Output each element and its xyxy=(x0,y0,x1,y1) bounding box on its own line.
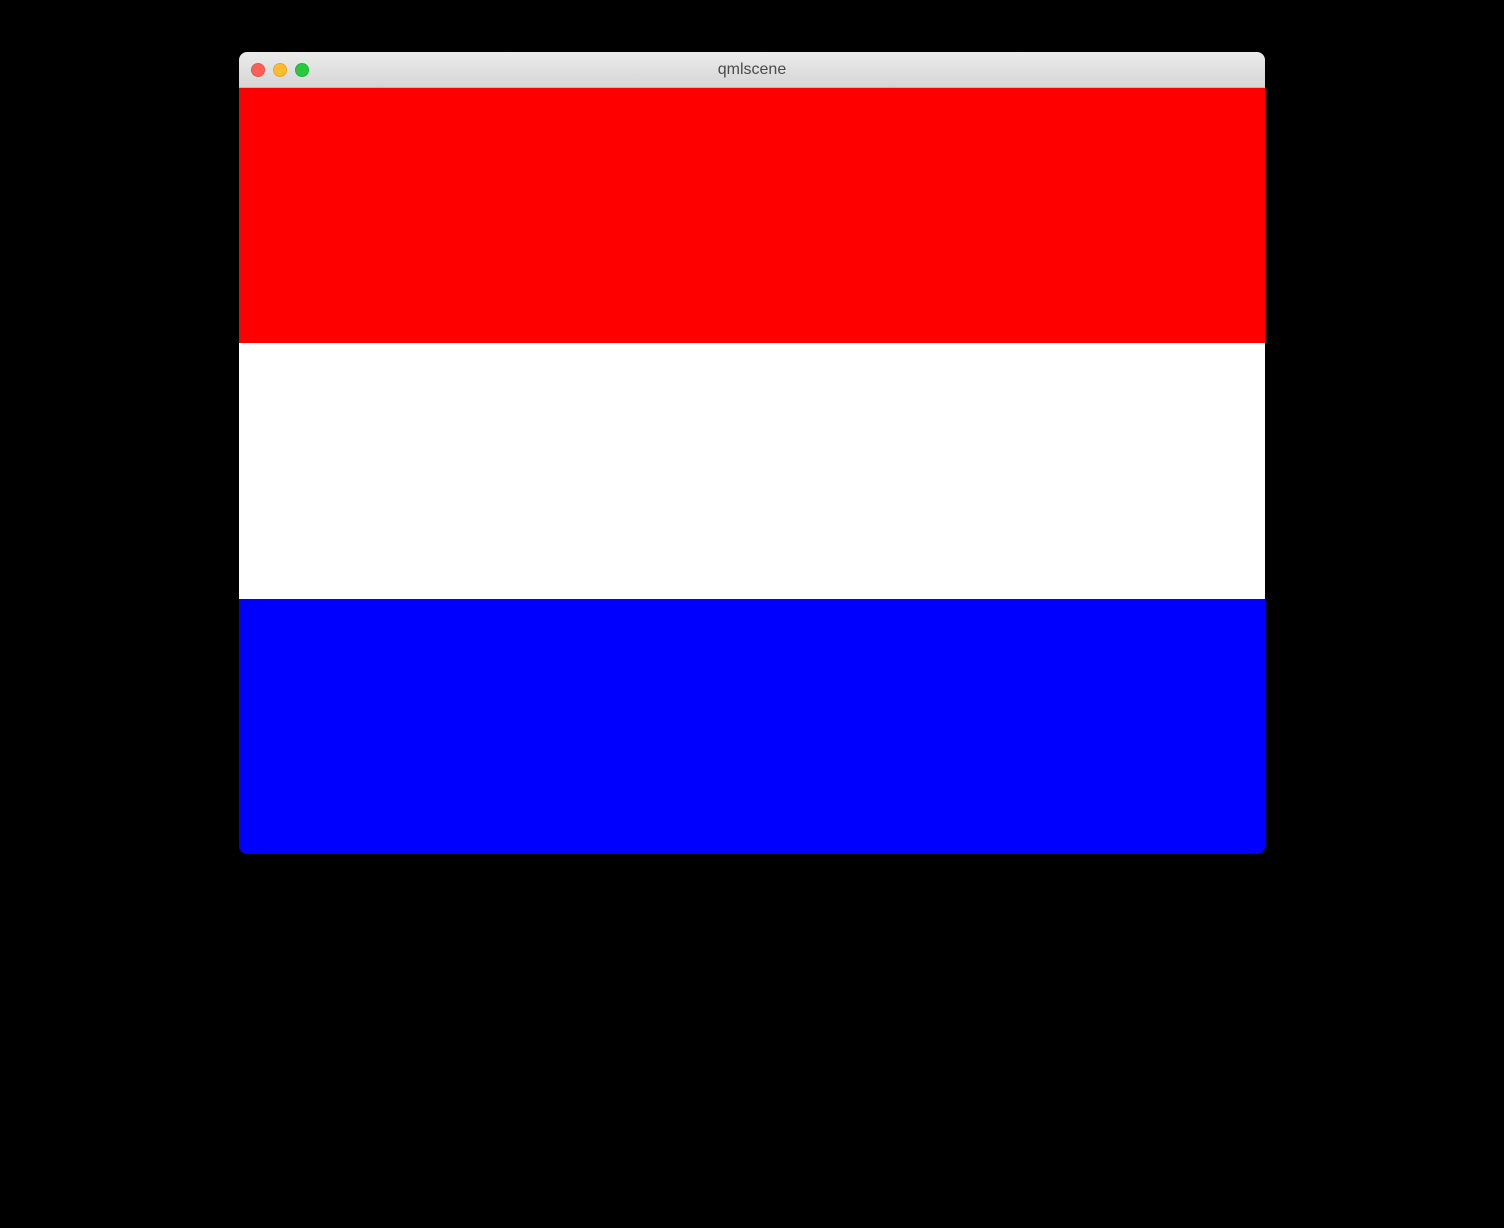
window-content xyxy=(239,88,1265,854)
stripe-top xyxy=(239,88,1265,343)
window-title: qmlscene xyxy=(239,61,1265,79)
traffic-lights xyxy=(239,63,309,77)
close-button[interactable] xyxy=(251,63,265,77)
application-window: qmlscene xyxy=(239,52,1265,854)
window-titlebar[interactable]: qmlscene xyxy=(239,52,1265,88)
minimize-button[interactable] xyxy=(273,63,287,77)
stripe-bottom xyxy=(239,599,1265,854)
stripe-middle xyxy=(239,343,1265,598)
zoom-button[interactable] xyxy=(295,63,309,77)
